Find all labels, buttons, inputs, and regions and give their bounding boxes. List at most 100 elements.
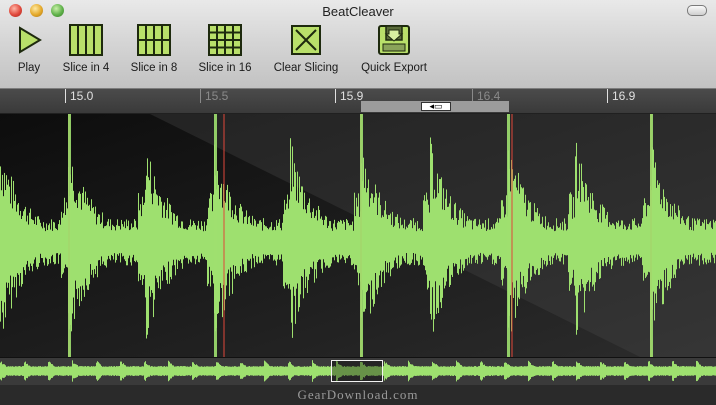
overview-bar (250, 366, 251, 376)
waveform-bar (681, 218, 682, 260)
waveform-bar (700, 225, 701, 256)
waveform-bar (314, 217, 315, 283)
overview-bar (628, 364, 629, 378)
waveform-bar (425, 201, 426, 271)
waveform-bar (678, 205, 679, 260)
overview-bar (49, 361, 50, 381)
overview-bar (138, 366, 139, 376)
selection-handle[interactable]: ◂▭ (421, 102, 451, 111)
waveform-bar (275, 230, 276, 261)
overview-bar (458, 362, 459, 380)
overview-bar (679, 366, 680, 376)
overview-bar (41, 366, 42, 376)
overview-bar (529, 361, 530, 381)
waveform-bar (74, 201, 75, 319)
waveform-bar (532, 220, 533, 266)
overview-bar (419, 366, 420, 376)
slice-in-8-button[interactable]: Slice in 8 (126, 24, 182, 74)
overview-bar (62, 366, 63, 376)
overview-bar (149, 365, 150, 377)
waveform-bar (52, 230, 53, 255)
waveform-view[interactable] (0, 114, 716, 357)
waveform-bar (283, 214, 284, 287)
overview-bar (475, 366, 476, 376)
waveform-bar (44, 227, 45, 266)
waveform-bar (405, 229, 406, 263)
clear-slicing-button[interactable]: Clear Slicing (270, 24, 342, 74)
overview-bar (46, 366, 47, 376)
overview-bar (259, 366, 260, 376)
timeline-ruler[interactable]: 15.0 15.5 15.9 16.4 16.9 ◂▭ (0, 89, 716, 114)
overview-bar (418, 366, 419, 376)
overview-bar (488, 366, 489, 376)
overview-bar (66, 366, 67, 376)
waveform-bar (142, 196, 143, 285)
overview-bar (522, 366, 523, 376)
overview-bar (704, 366, 705, 376)
overview-bar (564, 366, 565, 376)
waveform-bar (2, 174, 3, 313)
overview-bar (63, 366, 64, 376)
overview-bar (573, 366, 574, 376)
waveform-bar (63, 213, 64, 273)
play-button[interactable]: Play (12, 24, 46, 74)
waveform-bar (565, 223, 566, 256)
waveform-bar (134, 219, 135, 261)
waveform-bar (631, 229, 632, 259)
overview-strip[interactable] (0, 357, 716, 385)
overview-bar (547, 366, 548, 376)
ruler-tick: 15.0 (65, 89, 93, 103)
overview-bar (393, 366, 394, 376)
waveform-bar (541, 223, 542, 258)
waveform-bar (95, 206, 96, 275)
overview-bar (242, 363, 243, 379)
waveform-bar (473, 220, 474, 257)
waveform-bar (192, 225, 193, 257)
overview-visible-window[interactable] (331, 360, 383, 382)
waveform-bar (150, 161, 151, 297)
toolbar-toggle-button[interactable] (687, 5, 707, 16)
waveform-bar (553, 225, 554, 258)
waveform-bar (263, 218, 264, 255)
waveform-bar (596, 210, 597, 272)
waveform-bar (311, 218, 312, 268)
overview-bar (17, 366, 18, 376)
waveform-bar (168, 218, 169, 262)
overview-bar (403, 366, 404, 376)
overview-bar (249, 366, 250, 376)
overview-bar (444, 366, 445, 376)
overview-bar (613, 366, 614, 376)
waveform-bar (319, 209, 320, 260)
selection-range-bar[interactable]: ◂▭ (361, 101, 509, 112)
overview-bar (207, 366, 208, 376)
waveform-bar (341, 220, 342, 259)
waveform-bar (141, 216, 142, 276)
overview-bar (683, 366, 684, 376)
waveform-bar (55, 228, 56, 264)
waveform-bar (385, 200, 386, 262)
overview-bar (329, 366, 330, 376)
overview-bar (385, 363, 386, 379)
waveform-bar (516, 187, 517, 281)
waveform-bar (707, 223, 708, 260)
overview-bar (87, 366, 88, 376)
quick-export-button[interactable]: Quick Export (356, 24, 432, 74)
waveform-bar (519, 193, 520, 300)
waveform-bar (100, 223, 101, 266)
app-window: BeatCleaver Play Slice in 4 Slice in 8 S… (0, 0, 716, 405)
overview-bar (197, 365, 198, 377)
slice-in-16-button[interactable]: Slice in 16 (194, 24, 256, 74)
overview-bar (618, 366, 619, 376)
waveform-bar (280, 227, 281, 260)
slice-in-4-button[interactable]: Slice in 4 (58, 24, 114, 74)
waveform-bar (537, 208, 538, 269)
overview-bar (246, 366, 247, 376)
overview-bar (323, 366, 324, 376)
overview-bar (673, 361, 674, 381)
waveform-bar (316, 210, 317, 279)
overview-bar (97, 361, 98, 381)
waveform-bar (389, 215, 390, 263)
overview-bar (399, 366, 400, 376)
overview-bar (99, 363, 100, 379)
overview-bar (642, 366, 643, 376)
